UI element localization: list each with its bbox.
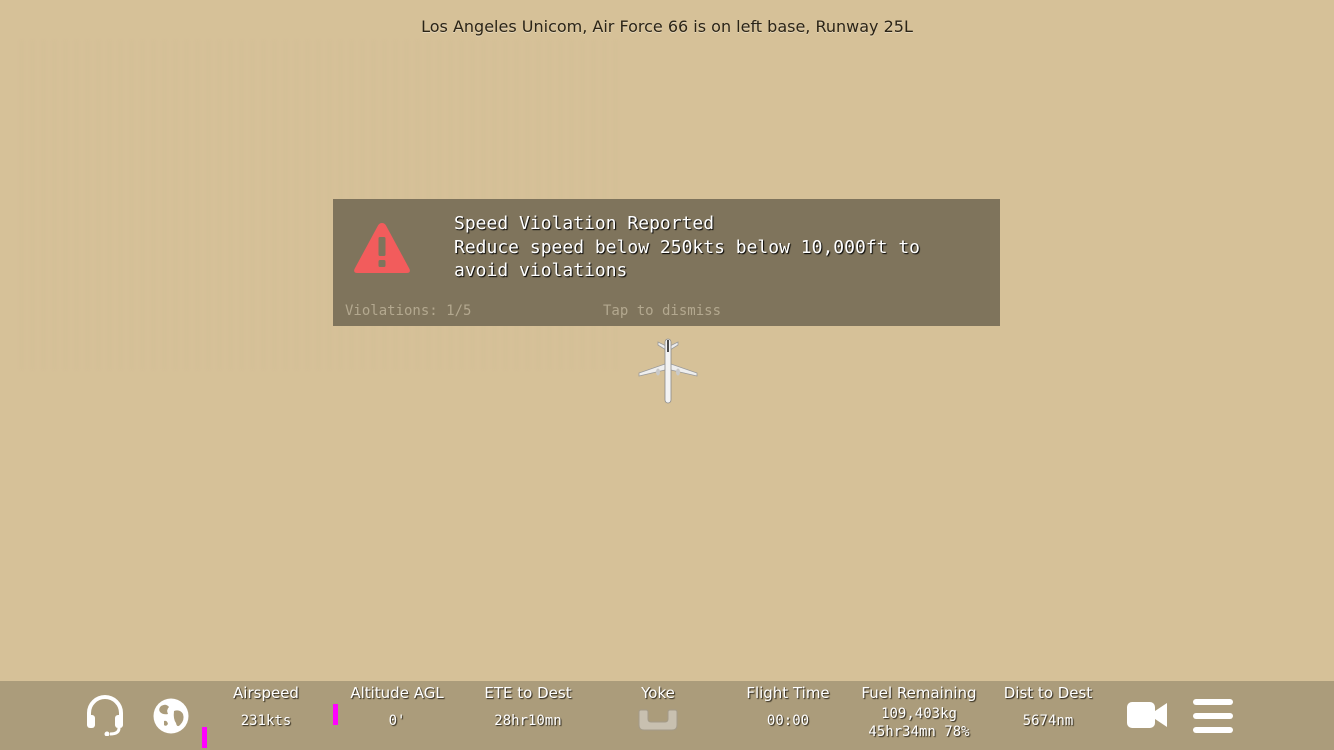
alert-message: Reduce speed below 250kts below 10,000ft…	[454, 237, 920, 281]
headset-icon[interactable]	[84, 694, 126, 736]
distance-label: Dist to Dest	[1003, 684, 1093, 702]
yoke-icon[interactable]	[636, 708, 680, 732]
hamburger-menu-icon[interactable]	[1193, 699, 1233, 733]
alert-title: Speed Violation Reported	[454, 213, 715, 234]
fuel-amount: 109,403kg	[881, 706, 957, 722]
atc-message: Los Angeles Unicom, Air Force 66 is on l…	[421, 17, 913, 36]
fuel-endurance: 45hr34mn 78%	[868, 724, 970, 740]
violations-count: Violations: 1/5	[345, 303, 472, 319]
flight-time-label: Flight Time	[746, 684, 830, 702]
warning-icon	[354, 223, 410, 273]
altitude-label: Altitude AGL	[350, 684, 444, 702]
fuel-label: Fuel Remaining	[861, 684, 977, 702]
ete-value: 28hr10mn	[494, 713, 562, 729]
aircraft-icon	[638, 338, 698, 404]
flight-time-value: 00:00	[766, 713, 810, 729]
ete-label: ETE to Dest	[484, 684, 572, 702]
distance-value: 5674nm	[1022, 713, 1074, 729]
yoke-label: Yoke	[641, 684, 675, 702]
altitude-value: 0'	[388, 713, 406, 729]
fuel-value: 109,403kg 45hr34mn 78%	[852, 705, 986, 741]
globe-icon[interactable]	[152, 697, 190, 735]
video-camera-icon[interactable]	[1126, 699, 1168, 731]
dismiss-hint[interactable]: Tap to dismiss	[603, 303, 721, 319]
airspeed-value: 231kts	[240, 713, 292, 729]
airspeed-label: Airspeed	[233, 684, 299, 702]
airspeed-indicator-bar	[202, 727, 207, 748]
